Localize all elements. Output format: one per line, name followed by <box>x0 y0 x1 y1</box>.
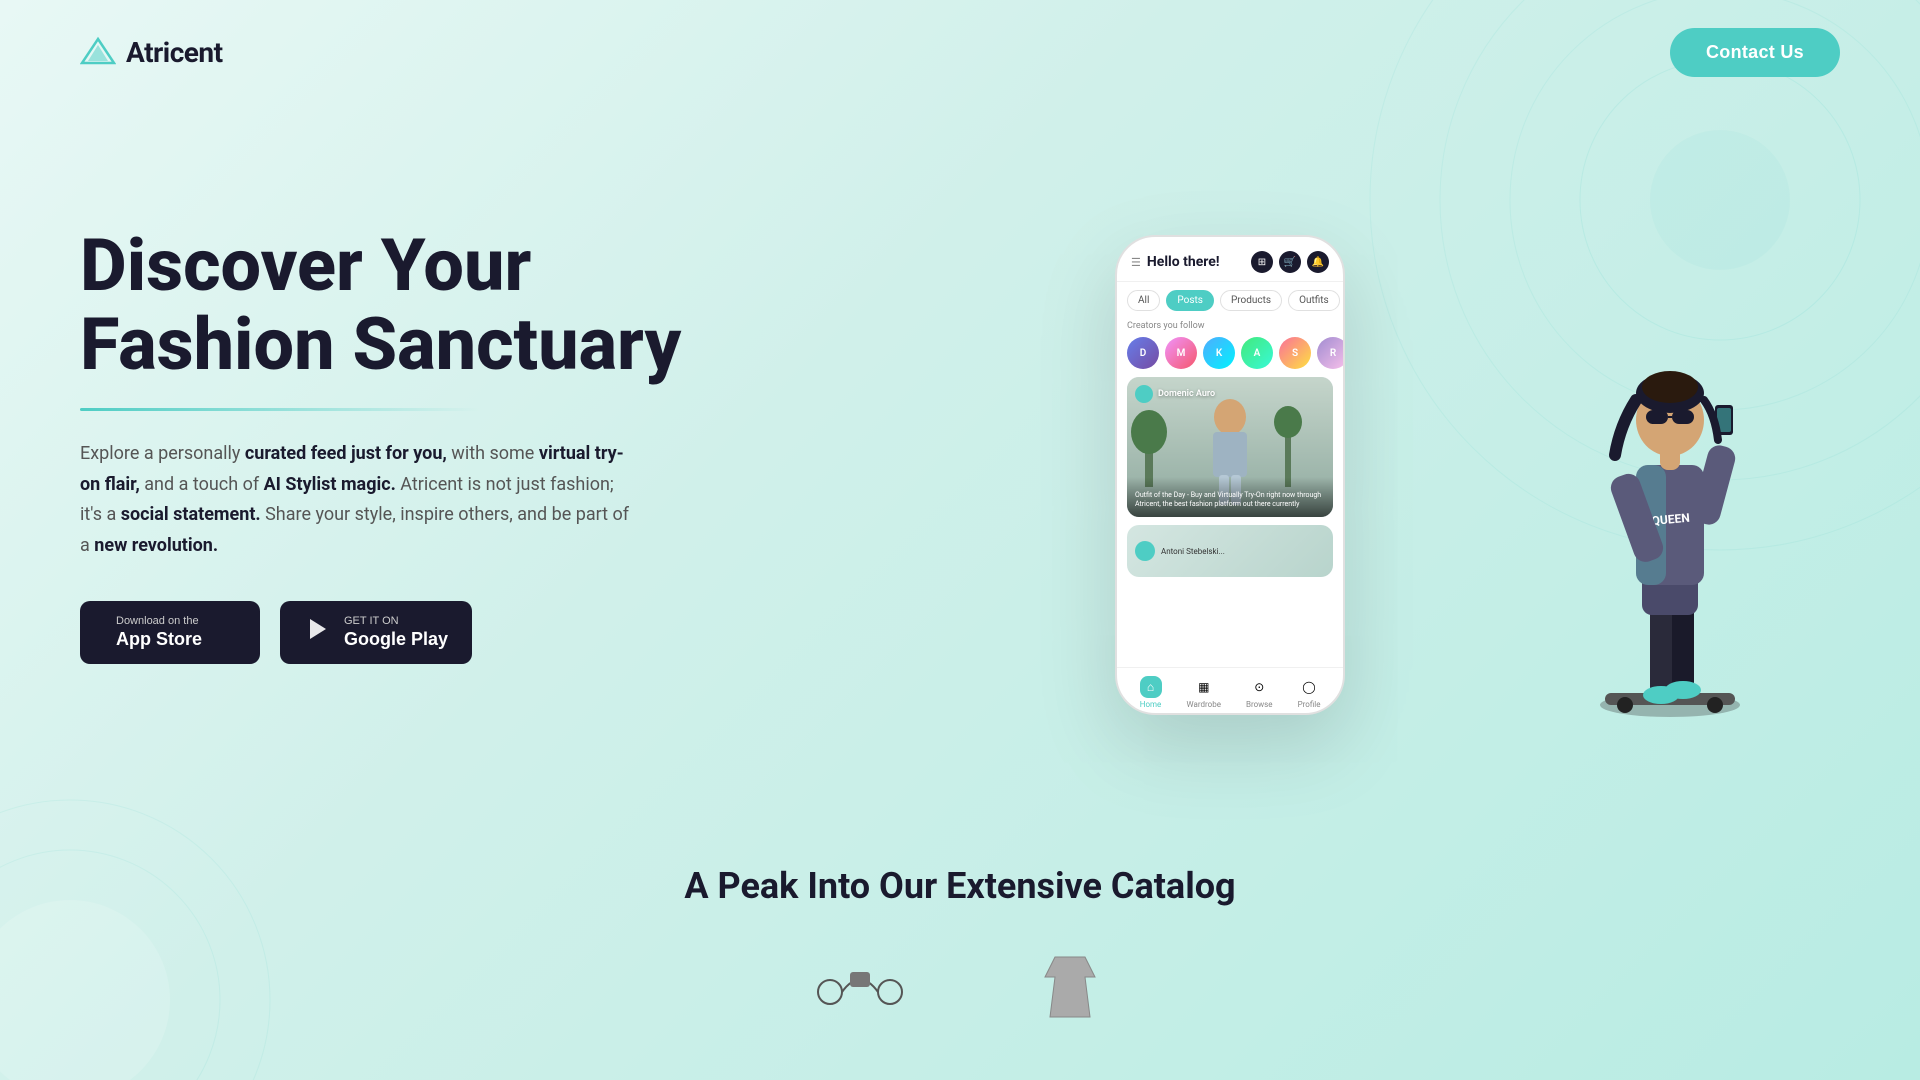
app-buttons: Download on the App Store GET IT ON Goog… <box>80 601 740 664</box>
post-user: Domenic Auro <box>1135 385 1215 403</box>
filter-tabs: All Posts Products Outfits List <box>1117 282 1343 319</box>
creator-avatar-6[interactable]: R <box>1317 337 1343 369</box>
products-row <box>0 927 1920 1027</box>
hero-title-line2: Fashion Sanctuary <box>80 302 681 387</box>
contact-us-button[interactable]: Contact Us <box>1670 28 1840 77</box>
hero-left: Discover Your Fashion Sanctuary Explore … <box>80 226 740 665</box>
nav-browse[interactable]: ⊙ Browse <box>1246 676 1273 709</box>
creator-avatar-2[interactable]: M <box>1165 337 1197 369</box>
phone-greeting: Hello there! <box>1147 254 1220 270</box>
creator-avatar-3[interactable]: K <box>1203 337 1235 369</box>
creator-avatar-4[interactable]: A <box>1241 337 1273 369</box>
hero-divider <box>80 408 480 411</box>
phone-bottom-nav: ⌂ Home ▦ Wardrobe ⊙ Browse ◯ Profile <box>1117 667 1343 713</box>
tab-posts[interactable]: Posts <box>1166 290 1214 311</box>
phone-mockup: ☰ Hello there! ⊞ 🛒 🔔 All Posts Products … <box>1115 235 1345 715</box>
brand-name: Atricent <box>126 36 223 69</box>
nav-profile[interactable]: ◯ Profile <box>1298 676 1321 709</box>
filter-icon[interactable]: ⊞ <box>1251 251 1273 273</box>
catalog-title: A Peak Into Our Extensive Catalog <box>80 865 1840 907</box>
product-icon-2 <box>1030 947 1110 1027</box>
notification-icon[interactable]: 🔔 <box>1307 251 1329 273</box>
post-caption: Outfit of the Day - Buy and Virtually Tr… <box>1127 477 1333 517</box>
nav-home[interactable]: ⌂ Home <box>1140 676 1162 709</box>
nav-home-label: Home <box>1140 700 1162 709</box>
post-card-2[interactable]: Antoni Stebelski... <box>1127 525 1333 577</box>
app-store-text: Download on the App Store <box>116 616 202 651</box>
logo-icon <box>80 35 116 71</box>
header: Atricent Contact Us <box>0 0 1920 105</box>
home-nav-icon: ⌂ <box>1140 676 1162 698</box>
hero-description: Explore a personally curated feed just f… <box>80 439 640 561</box>
creator-avatar-1[interactable]: D <box>1127 337 1159 369</box>
creator-avatar-5[interactable]: S <box>1279 337 1311 369</box>
google-play-button[interactable]: GET IT ON Google Play <box>280 601 472 664</box>
phone-action-icons: ⊞ 🛒 🔔 <box>1251 251 1329 273</box>
phone-header: ☰ Hello there! ⊞ 🛒 🔔 <box>1117 237 1343 282</box>
cart-icon[interactable]: 🛒 <box>1279 251 1301 273</box>
post-avatar <box>1135 385 1153 403</box>
creators-label: Creators you follow <box>1117 319 1343 337</box>
product-item-2 <box>1030 947 1110 1027</box>
wardrobe-nav-icon: ▦ <box>1193 676 1215 698</box>
post-card-1[interactable]: Domenic Auro Outfit of the Day - Buy and… <box>1127 377 1333 517</box>
hero-section: Discover Your Fashion Sanctuary Explore … <box>0 105 1920 805</box>
creators-row: D M K A S R <box>1117 337 1343 377</box>
product-icon-1 <box>810 947 910 1007</box>
nav-wardrobe[interactable]: ▦ Wardrobe <box>1187 676 1221 709</box>
app-store-button[interactable]: Download on the App Store <box>80 601 260 664</box>
fashion-illustration: QUEEN <box>1560 225 1780 725</box>
post2-username: Antoni Stebelski... <box>1161 547 1225 556</box>
nav-wardrobe-label: Wardrobe <box>1187 700 1221 709</box>
google-play-icon <box>304 615 332 650</box>
tab-outfits[interactable]: Outfits <box>1288 290 1340 311</box>
google-play-text: GET IT ON Google Play <box>344 616 448 651</box>
browse-nav-icon: ⊙ <box>1248 676 1270 698</box>
hero-title: Discover Your Fashion Sanctuary <box>80 226 740 384</box>
bottom-section: A Peak Into Our Extensive Catalog <box>0 825 1920 927</box>
nav-browse-label: Browse <box>1246 700 1273 709</box>
product-item-1 <box>810 947 910 1027</box>
nav-profile-label: Profile <box>1298 700 1321 709</box>
hero-right: ☰ Hello there! ⊞ 🛒 🔔 All Posts Products … <box>800 145 1840 745</box>
profile-nav-icon: ◯ <box>1298 676 1320 698</box>
tab-all[interactable]: All <box>1127 290 1160 311</box>
post2-avatar <box>1135 541 1155 561</box>
logo: Atricent <box>80 35 223 71</box>
tab-products[interactable]: Products <box>1220 290 1282 311</box>
hero-title-line1: Discover Your <box>80 223 531 308</box>
post-username: Domenic Auro <box>1158 389 1215 399</box>
